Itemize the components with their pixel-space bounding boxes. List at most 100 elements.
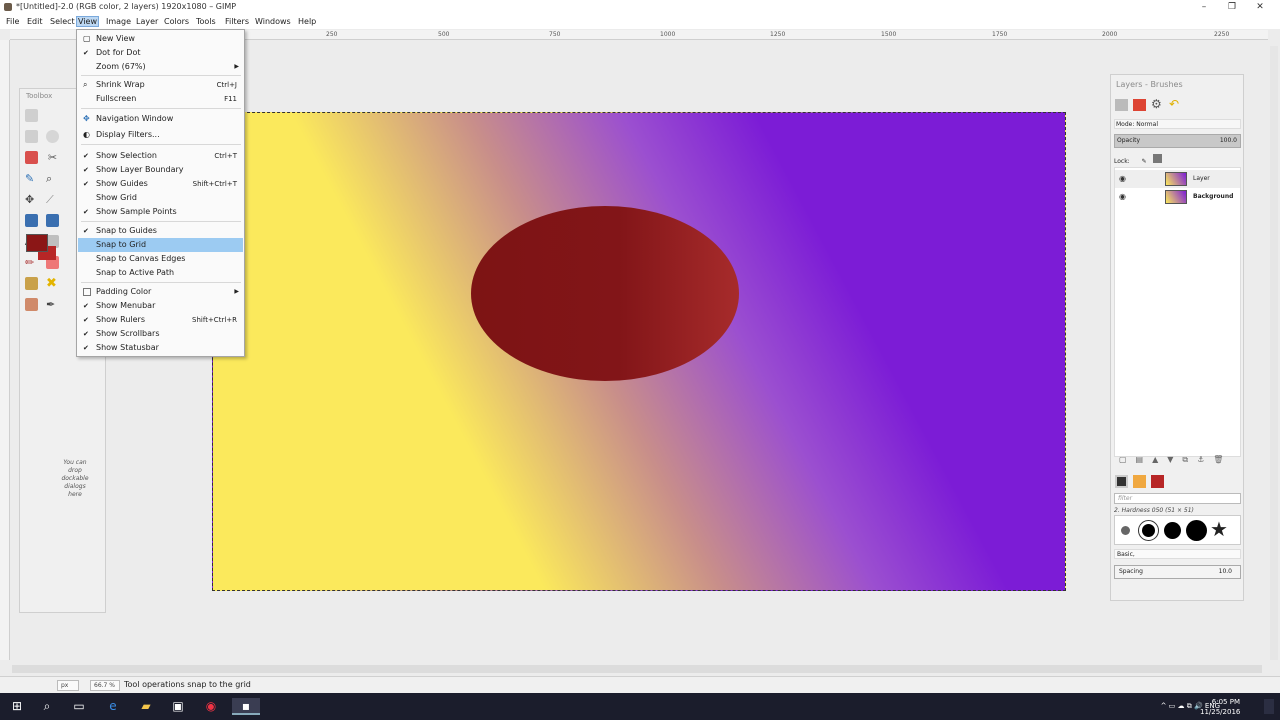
menu-image[interactable]: Image [104,17,133,26]
brush-preset-select[interactable]: Basic, [1114,549,1241,559]
ruler-tick: 2250 [1214,31,1230,38]
menu-separator [81,221,241,222]
brush-thumb[interactable] [1138,520,1159,541]
vertical-scrollbar[interactable] [1270,46,1278,660]
zoom-tool-icon[interactable]: ⌕ [46,172,59,185]
undo-tab-icon[interactable]: ↶ [1169,97,1179,111]
channels-tab-icon[interactable] [1133,99,1146,111]
paths-tool-icon[interactable]: ✎ [25,172,38,185]
rect-select-tool-icon[interactable] [25,130,38,143]
flip-tool-icon[interactable] [46,214,59,227]
move-tool-icon[interactable]: ✥ [25,193,38,206]
menu-file[interactable]: File [4,17,21,26]
perspective-tool-icon[interactable] [25,214,38,227]
zoom-select[interactable]: 66.7 % [90,680,120,691]
start-windows-icon[interactable]: ⊞ [8,698,26,715]
unit-select[interactable]: px [57,680,79,691]
store-icon[interactable]: ▣ [169,698,187,715]
menu-item-show-selection[interactable]: ✔ Show Selection Ctrl+T [78,149,243,163]
menu-edit[interactable]: Edit [25,17,45,26]
menu-layer[interactable]: Layer [134,17,160,26]
menu-tools[interactable]: Tools [194,17,218,26]
menu-item-show-rulers[interactable]: ✔ Show Rulers Shift+Ctrl+R [78,313,243,327]
brush-grid[interactable]: ★ [1114,515,1241,545]
heal-tool-icon[interactable]: ✖ [46,277,59,290]
menu-item-dot-for-dot[interactable]: ✔ Dot for Dot [78,46,243,60]
item-label: Snap to Guides [96,226,157,235]
item-label: Show Layer Boundary [96,165,184,174]
menu-item-snap-to-grid[interactable]: Snap to Grid [78,238,243,252]
clock[interactable]: 6:05 PM 11/25/2016 [1200,697,1240,717]
close-button[interactable]: ✕ [1240,0,1280,15]
menu-item-snap-to-active-path[interactable]: Snap to Active Path [78,266,243,280]
menu-item-zoom[interactable]: Zoom (67%) ▶ [78,60,243,74]
menu-item-show-grid[interactable]: Show Grid [78,191,243,205]
vertical-ruler[interactable] [0,40,10,660]
menu-item-show-menubar[interactable]: ✔ Show Menubar [78,299,243,313]
brush-thumb[interactable] [1164,522,1181,539]
menu-item-display-filters[interactable]: ◐ Display Filters... [78,128,243,142]
chrome-icon[interactable]: ◉ [202,698,220,715]
free-select-tool-icon[interactable] [25,109,38,122]
layer-row[interactable]: ◉ Layer [1115,170,1240,188]
brush-thumb[interactable] [1121,526,1130,535]
edge-browser-icon[interactable]: e [104,698,122,715]
star-brush-icon[interactable]: ★ [1210,516,1228,542]
navigate-icon: ✥ [83,114,90,123]
task-view-icon[interactable]: ▭ [70,698,88,715]
menu-item-show-scrollbars[interactable]: ✔ Show Scrollbars [78,327,243,341]
layer-mode-select[interactable]: Mode: Normal [1114,119,1241,129]
smudge-tool-icon[interactable] [25,298,38,311]
menu-windows[interactable]: Windows [253,17,293,26]
measure-tool-icon[interactable]: ⟋ [46,193,59,206]
file-explorer-icon[interactable]: ▰ [137,698,155,715]
menu-select[interactable]: Select [48,17,77,26]
menu-view[interactable]: View [76,16,99,27]
visibility-eye-icon[interactable]: ◉ [1119,174,1126,183]
brush-filter-input[interactable]: filter [1114,493,1241,504]
dodge-tool-icon[interactable]: ✒ [46,298,59,311]
menu-help[interactable]: Help [296,17,318,26]
lock-alpha-icon[interactable] [1152,154,1162,163]
layer-row[interactable]: ◉ Background [1115,188,1240,206]
check-icon: ✔ [83,316,89,324]
paths-tab-icon[interactable]: ⚙ [1151,97,1162,111]
layers-tab-icon[interactable] [1115,99,1128,111]
paintbrush-tool-icon[interactable]: ✏ [25,256,38,269]
brush-thumb[interactable] [1186,520,1207,541]
opacity-slider[interactable]: Opacity 100.0 [1114,134,1241,148]
search-icon[interactable]: ⌕ [38,698,56,715]
menu-item-new-view[interactable]: ▢ New View [78,32,243,46]
menu-item-navigation-window[interactable]: ✥ Navigation Window [78,112,243,126]
menu-item-fullscreen[interactable]: Fullscreen F11 [78,92,243,106]
foreground-color-swatch[interactable] [26,234,48,252]
menu-filters[interactable]: Filters [223,17,251,26]
menu-item-show-statusbar[interactable]: ✔ Show Statusbar [78,341,243,355]
notification-center-icon[interactable] [1264,699,1274,714]
menu-item-padding-color[interactable]: Padding Color ▶ [78,285,243,299]
menu-item-snap-to-canvas-edges[interactable]: Snap to Canvas Edges [78,252,243,266]
menu-item-show-sample-points[interactable]: ✔ Show Sample Points [78,205,243,219]
gimp-taskbar-icon[interactable]: ▪ [232,698,260,715]
visibility-eye-icon[interactable]: ◉ [1119,192,1126,201]
brushes-tab-icon[interactable] [1115,475,1128,488]
item-label: Show Scrollbars [96,329,160,338]
lock-pixels-icon[interactable]: ✎ [1142,158,1147,165]
menu-colors[interactable]: Colors [162,17,191,26]
horizontal-scrollbar[interactable] [12,665,1262,673]
gradients-tab-icon[interactable] [1151,475,1164,488]
spacing-slider[interactable]: Spacing 10.0 [1114,565,1241,579]
menu-item-shrink-wrap[interactable]: ⌕ Shrink Wrap Ctrl+J [78,78,243,92]
menu-item-show-guides[interactable]: ✔ Show Guides Shift+Ctrl+T [78,177,243,191]
fuzzy-select-tool-icon[interactable] [25,151,38,164]
ellipse-select-tool-icon[interactable] [46,130,59,143]
patterns-tab-icon[interactable] [1133,475,1146,488]
layer-action-buttons[interactable]: ▢▤▲▼⧉⚓🗑 [1119,455,1232,465]
menu-item-snap-to-guides[interactable]: ✔ Snap to Guides [78,224,243,238]
menubar: File Edit Select View Image Layer Colors… [0,15,1280,29]
menu-item-show-layer-boundary[interactable]: ✔ Show Layer Boundary [78,163,243,177]
clone-tool-icon[interactable] [25,277,38,290]
image-canvas[interactable] [212,112,1066,591]
scissors-tool-icon[interactable]: ✂ [46,151,59,164]
check-icon: ✔ [83,180,89,188]
